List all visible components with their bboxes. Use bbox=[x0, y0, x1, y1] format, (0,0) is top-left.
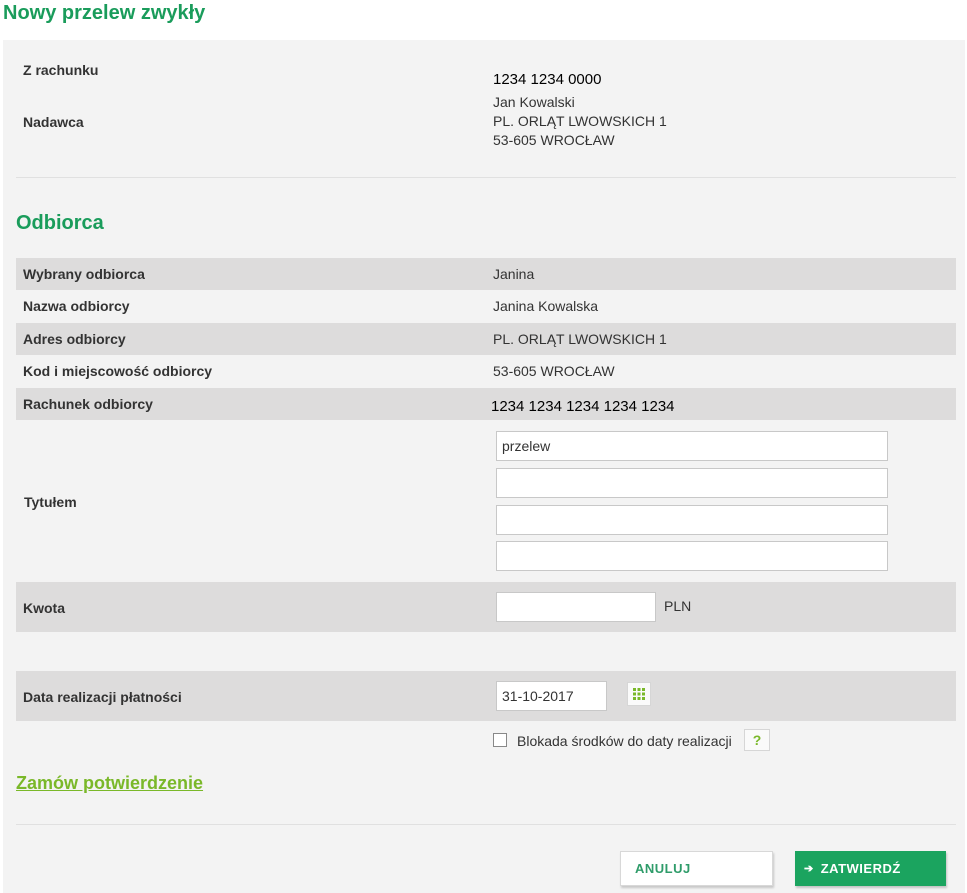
transfer-title-input-3[interactable] bbox=[496, 505, 888, 535]
recipient-address-label: Adres odbiorcy bbox=[23, 331, 126, 347]
cancel-button[interactable]: ANULUJ bbox=[620, 851, 773, 886]
section-divider bbox=[16, 177, 956, 178]
selected-recipient-label: Wybrany odbiorca bbox=[23, 266, 145, 282]
calendar-grid-icon bbox=[633, 688, 645, 700]
sender-address-line2: 53-605 WROCŁAW bbox=[493, 132, 615, 148]
sender-label: Nadawca bbox=[23, 114, 84, 130]
recipient-city-value: 53-605 WROCŁAW bbox=[493, 363, 615, 379]
page-title: Nowy przelew zwykły bbox=[3, 2, 206, 24]
recipient-account-label: Rachunek odbiorcy bbox=[23, 396, 153, 412]
block-funds-label: Blokada środków do daty realizacji bbox=[517, 733, 732, 749]
recipient-row-account: Rachunek odbiorcy 1234 1234 1234 1234 12… bbox=[16, 388, 956, 420]
help-button[interactable]: ? bbox=[744, 729, 770, 751]
recipient-account-value: 1234 1234 1234 1234 1234 bbox=[491, 398, 675, 415]
sender-details: Jan Kowalski PL. ORLĄT LWOWSKICH 1 53-60… bbox=[493, 93, 667, 150]
sender-address-line1: PL. ORLĄT LWOWSKICH 1 bbox=[493, 113, 667, 129]
date-row: Data realizacji płatności bbox=[16, 671, 956, 721]
amount-row: Kwota bbox=[16, 582, 956, 632]
execution-date-label: Data realizacji płatności bbox=[23, 689, 182, 705]
recipient-row-name: Nazwa odbiorcy Janina Kowalska bbox=[16, 290, 956, 322]
cancel-button-label: ANULUJ bbox=[635, 861, 691, 876]
currency-label: PLN bbox=[664, 598, 692, 614]
amount-input[interactable] bbox=[496, 592, 656, 622]
help-icon: ? bbox=[752, 732, 762, 748]
recipient-city-label: Kod i miejscowość odbiorcy bbox=[23, 363, 213, 379]
submit-button-label: ZATWIERDŹ bbox=[820, 861, 901, 876]
from-account-value: 1234 1234 0000 bbox=[493, 71, 602, 88]
footer-divider bbox=[16, 824, 956, 825]
from-account-label: Z rachunku bbox=[23, 62, 99, 78]
block-funds-checkbox[interactable] bbox=[493, 733, 507, 747]
sender-name: Jan Kowalski bbox=[493, 94, 575, 110]
transfer-form-panel: Z rachunku 1234 1234 0000 Nadawca Jan Ko… bbox=[3, 40, 965, 893]
arrow-right-icon: ➔ bbox=[804, 863, 814, 875]
transfer-title-input-2[interactable] bbox=[496, 468, 888, 498]
recipient-name-label: Nazwa odbiorcy bbox=[23, 298, 130, 314]
recipient-name-value: Janina Kowalska bbox=[493, 298, 599, 314]
recipient-row-city: Kod i miejscowość odbiorcy 53-605 WROCŁA… bbox=[16, 355, 956, 387]
calendar-button[interactable] bbox=[627, 682, 651, 706]
submit-button[interactable]: ➔ ZATWIERDŹ bbox=[795, 851, 946, 886]
amount-label: Kwota bbox=[23, 600, 65, 616]
transfer-title-label: Tytułem bbox=[24, 494, 77, 510]
order-confirmation-link[interactable]: Zamów potwierdzenie bbox=[16, 773, 203, 794]
recipient-row-address: Adres odbiorcy PL. ORLĄT LWOWSKICH 1 bbox=[16, 323, 956, 355]
selected-recipient-value: Janina bbox=[493, 266, 535, 282]
transfer-title-input-1[interactable] bbox=[496, 431, 888, 461]
recipient-address-value: PL. ORLĄT LWOWSKICH 1 bbox=[493, 331, 667, 347]
transfer-title-input-4[interactable] bbox=[496, 541, 888, 571]
execution-date-input[interactable] bbox=[496, 681, 607, 711]
recipient-row-selected: Wybrany odbiorca Janina bbox=[16, 258, 956, 290]
recipient-section-title: Odbiorca bbox=[16, 212, 104, 234]
